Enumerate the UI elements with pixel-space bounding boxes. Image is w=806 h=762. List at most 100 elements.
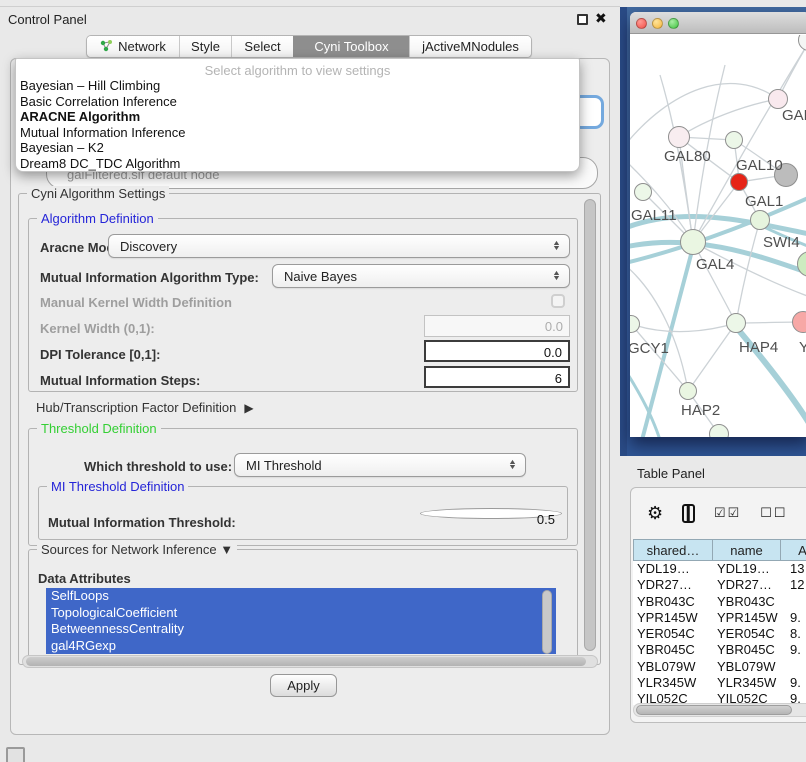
table-cell: YBR045C [713,642,781,658]
network-node[interactable] [680,229,706,255]
hub-definition-expander[interactable]: Hub/Transcription Factor Definition▶ [36,400,254,415]
table-row[interactable]: YBL079WYBL079W [633,659,806,675]
network-node[interactable] [725,131,743,149]
select-all-checkboxes-icon[interactable]: ☑☑ [714,505,741,521]
table-cell: YBL079W [633,659,713,675]
kernel-width-field[interactable]: 0.0 [424,315,570,337]
network-node[interactable] [768,89,788,109]
control-panel: Control Panel ✖ Network Style Select Cyn… [0,0,620,762]
column-header-name[interactable]: name [713,539,781,561]
close-traffic-light-icon[interactable] [636,18,647,29]
mi-type-combo[interactable]: Naive Bayes ▲▼ [272,264,570,288]
popup-item[interactable]: Basic Correlation Inference [16,94,579,110]
popup-item[interactable]: Bayesian – K2 [16,140,579,156]
mi-steps-field[interactable]: 6 [424,366,570,388]
table-cell: YDL19… [713,561,781,577]
which-threshold-combo[interactable]: MI Threshold ▲▼ [234,453,526,477]
network-node[interactable] [679,382,697,400]
mi-steps-label: Mutual Information Steps: [40,373,200,388]
settings-vertical-scrollbar[interactable] [584,199,596,651]
attribute-item[interactable]: BetweennessCentrality [46,621,556,638]
stepper-icon: ▲▼ [553,241,560,251]
network-node[interactable] [709,424,729,437]
tab-jactivemnodules[interactable]: jActiveMNodules [409,36,531,57]
mi-threshold-field[interactable]: 0.5 [420,508,562,519]
network-view-window[interactable]: GALGAL80GAL10GAL1GAL11SWI4GAL4GCY1HAP4YH… [630,12,806,437]
network-tab-icon [100,39,113,55]
popup-item[interactable]: Bayesian – Hill Climbing [16,78,579,94]
tab-cyni-toolbox[interactable]: Cyni Toolbox [293,36,409,57]
table-header-row: shared… name A [633,539,806,561]
popup-item[interactable]: ARACNE Algorithm [16,109,579,125]
table-row[interactable]: YPR145WYPR145W9. [633,610,806,626]
which-threshold-value: MI Threshold [235,458,509,473]
attribute-item[interactable]: gal4RGexp [46,638,556,655]
control-panel-tabs: Network Style Select Cyni Toolbox jActiv… [86,35,532,58]
dpi-tolerance-field[interactable]: 0.0 [424,340,570,362]
network-node-label: GAL80 [664,148,711,165]
attribute-list-scrollbar[interactable] [542,590,552,654]
deselect-all-checkboxes-icon[interactable]: ☐☐ [760,505,787,521]
tab-network[interactable]: Network [87,36,179,57]
network-node[interactable] [750,210,770,230]
apply-button[interactable]: Apply [270,674,337,697]
manual-kernel-label: Manual Kernel Width Definition [40,295,232,310]
tab-label: Network [118,39,166,54]
sources-group-title: Sources for Network Inference ▼ [37,542,237,557]
popup-item[interactable]: Mutual Information Inference [16,125,579,141]
table-cell: YER054C [713,626,781,642]
dpi-tolerance-label: DPI Tolerance [0,1]: [40,347,160,362]
table-row[interactable]: YBR043CYBR043C [633,594,806,610]
scrollbar-thumb[interactable] [636,705,792,715]
close-panel-icon[interactable]: ✖ [595,10,607,27]
network-node[interactable] [726,313,746,333]
network-node[interactable] [634,183,652,201]
column-header-shared-name[interactable]: shared… [633,539,713,561]
table-cell: YER054C [633,626,713,642]
network-node-label: Y [799,339,806,356]
minimize-traffic-light-icon[interactable] [652,18,663,29]
column-header-partial[interactable]: A [781,539,806,561]
floating-panel-grip[interactable] [6,747,25,762]
settings-horizontal-scrollbar[interactable] [22,655,598,668]
network-node[interactable] [668,126,690,148]
table-cell: YDR27… [633,577,713,593]
table-row[interactable]: YDR27…YDR27…12 [633,577,806,593]
stepper-icon: ▲▼ [553,271,560,281]
tab-style[interactable]: Style [179,36,231,57]
network-node-label: GAL4 [696,256,734,273]
table-row[interactable]: YER054CYER054C8. [633,626,806,642]
mi-type-label: Mutual Information Algorithm Type: [40,270,259,285]
table-horizontal-scrollbar[interactable] [633,703,806,717]
network-canvas[interactable]: GALGAL80GAL10GAL1GAL11SWI4GAL4GCY1HAP4YH… [630,35,806,437]
table-cell: 8. [781,626,806,642]
zoom-traffic-light-icon[interactable] [668,18,679,29]
network-window-titlebar[interactable] [630,12,806,34]
aracne-mode-combo[interactable]: Discovery ▲▼ [108,234,570,258]
network-node-label: SWI4 [763,234,800,251]
attribute-item[interactable]: TopologicalCoefficient [46,605,556,622]
table-toolbar: ⚙ ☑☑ ☐☐ [631,488,806,538]
table-row[interactable]: YLR345WYLR345W9. [633,675,806,691]
popup-item[interactable]: Dream8 DC_TDC Algorithm [16,156,579,172]
table-cell: YBR043C [633,594,713,610]
column-view-icon[interactable] [682,504,695,523]
attribute-item[interactable]: SelfLoops [46,588,556,605]
tab-select[interactable]: Select [231,36,293,57]
table-cell: 12 [781,577,806,593]
network-node-label: HAP4 [739,339,778,356]
table-row[interactable]: YBR045CYBR045C9. [633,642,806,658]
scrollbar-thumb[interactable] [26,657,586,666]
table-panel: ⚙ ☑☑ ☐☐ shared… name A YDL19…YDL19…13YDR… [630,487,806,723]
table-rows: YDL19…YDL19…13YDR27…YDR27…12YBR043CYBR04… [633,561,806,708]
gear-icon[interactable]: ⚙ [647,503,663,524]
network-node[interactable] [730,173,748,191]
table-cell: YDR27… [713,577,781,593]
table-cell: YLR345W [713,675,781,691]
float-panel-icon[interactable] [577,14,588,25]
expander-arrow-icon: ▶ [244,401,253,415]
panel-top-divider [0,6,620,7]
manual-kernel-checkbox[interactable] [551,294,565,308]
settings-group-title: Cyni Algorithm Settings [27,186,169,201]
table-row[interactable]: YDL19…YDL19…13 [633,561,806,577]
